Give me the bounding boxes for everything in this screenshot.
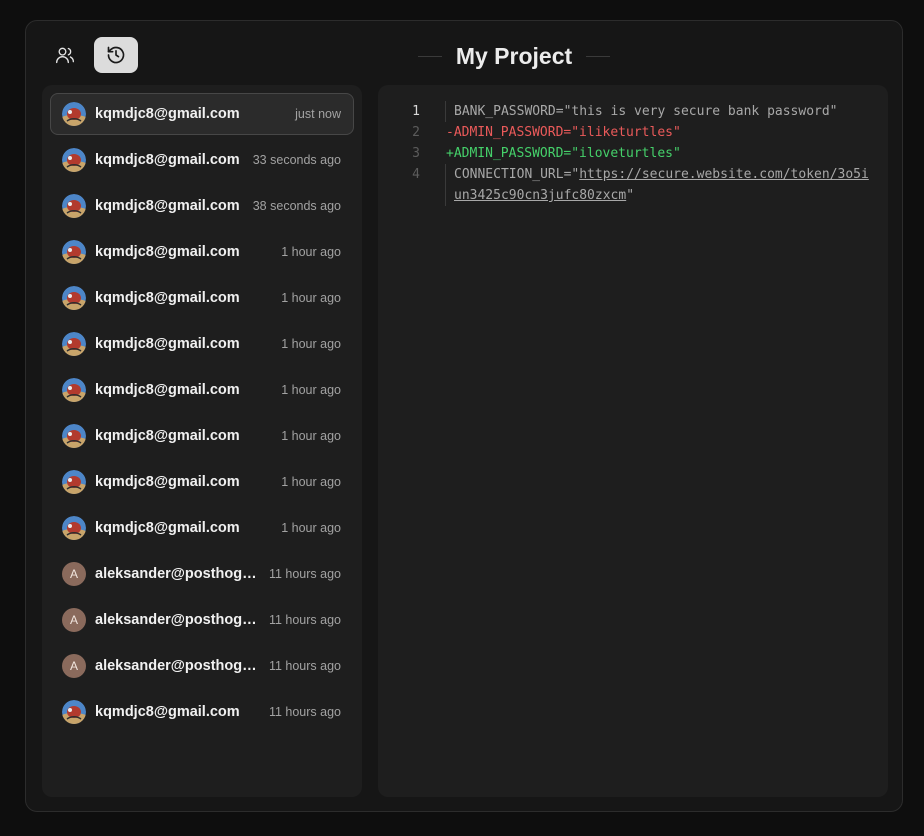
- history-item[interactable]: kqmdjc8@gmail.com 11 hours ago: [50, 691, 354, 733]
- diff-gutter: [420, 143, 446, 164]
- diff-line: 2 -ADMIN_PASSWORD="iliketurtles": [378, 122, 888, 143]
- avatar: [62, 516, 86, 540]
- history-item[interactable]: kqmdjc8@gmail.com 1 hour ago: [50, 415, 354, 457]
- history-item-time: 1 hour ago: [281, 245, 341, 259]
- history-item[interactable]: kqmdjc8@gmail.com 1 hour ago: [50, 277, 354, 319]
- avatar-photo-icon: [62, 470, 86, 494]
- history-item[interactable]: kqmdjc8@gmail.com 33 seconds ago: [50, 139, 354, 181]
- diff-gutter: [420, 122, 446, 143]
- history-item[interactable]: kqmdjc8@gmail.com 1 hour ago: [50, 323, 354, 365]
- history-item[interactable]: kqmdjc8@gmail.com 1 hour ago: [50, 231, 354, 273]
- users-button[interactable]: [43, 37, 87, 73]
- line-number: 1: [412, 104, 420, 119]
- title-divider-right: [586, 55, 611, 57]
- diff-gutter: [420, 101, 446, 122]
- avatar: A: [62, 654, 86, 678]
- avatar-photo-icon: [62, 194, 86, 218]
- history-list: kqmdjc8@gmail.com just now kqmdjc8@gmail.c…: [42, 85, 362, 797]
- history-item-email: kqmdjc8@gmail.com: [95, 106, 240, 122]
- avatar-photo-icon: [62, 148, 86, 172]
- history-item-time: 1 hour ago: [281, 429, 341, 443]
- history-item[interactable]: kqmdjc8@gmail.com 1 hour ago: [50, 461, 354, 503]
- avatar-photo-icon: [62, 332, 86, 356]
- avatar: [62, 332, 86, 356]
- history-item-time: 1 hour ago: [281, 291, 341, 305]
- history-item[interactable]: kqmdjc8@gmail.com 1 hour ago: [50, 369, 354, 411]
- avatar-photo-icon: [62, 378, 86, 402]
- line-number: 2: [412, 125, 420, 140]
- diff-line: 1 BANK_PASSWORD="this is very secure bank…: [378, 101, 888, 122]
- history-icon: [107, 46, 125, 64]
- diff-viewer: 1 BANK_PASSWORD="this is very secure bank…: [378, 85, 888, 797]
- avatar-photo-icon: [62, 516, 86, 540]
- history-item-time: 11 hours ago: [268, 613, 341, 627]
- history-item-email: kqmdjc8@gmail.com: [95, 152, 240, 168]
- history-item-time: 11 hours ago: [268, 659, 341, 673]
- title-divider-left: [417, 55, 442, 57]
- avatar-photo-icon: [62, 102, 86, 126]
- avatar: [62, 194, 86, 218]
- history-item-email: aleksander@posthog.c...: [95, 612, 259, 628]
- avatar: [62, 700, 86, 724]
- history-item-email: kqmdjc8@gmail.com: [95, 198, 240, 214]
- history-item[interactable]: kqmdjc8@gmail.com 1 hour ago: [50, 507, 354, 549]
- history-item[interactable]: kqmdjc8@gmail.com 38 seconds ago: [50, 185, 354, 227]
- history-item[interactable]: Aaleksander@posthog.c... 11 hours ago: [50, 645, 354, 687]
- avatar-photo-icon: [62, 700, 86, 724]
- history-item-time: 11 hours ago: [268, 705, 341, 719]
- history-item-time: just now: [295, 107, 341, 121]
- avatar-photo-icon: [62, 286, 86, 310]
- diff-line-text: BANK_PASSWORD="this is very secure bank …: [454, 104, 838, 119]
- diff-line: 4 CONNECTION_URL="https://secure.website.…: [378, 164, 888, 206]
- avatar: [62, 424, 86, 448]
- page-title-area: My Project: [412, 39, 616, 73]
- avatar-photo-icon: [62, 240, 86, 264]
- diff-line: 3 +ADMIN_PASSWORD="iloveturtles": [378, 143, 888, 164]
- history-item-email: kqmdjc8@gmail.com: [95, 428, 240, 444]
- history-item-email: kqmdjc8@gmail.com: [95, 290, 240, 306]
- avatar: [62, 470, 86, 494]
- code-suffix: ": [626, 188, 635, 203]
- line-number: 3: [412, 146, 420, 161]
- history-item[interactable]: Aaleksander@posthog.c... 11 hours ago: [50, 599, 354, 641]
- diff-gutter: [420, 164, 446, 206]
- avatar: A: [62, 608, 86, 632]
- history-item-email: kqmdjc8@gmail.com: [95, 336, 240, 352]
- history-item-email: aleksander@posthog.c...: [95, 658, 259, 674]
- history-item-email: kqmdjc8@gmail.com: [95, 474, 240, 490]
- history-item[interactable]: kqmdjc8@gmail.com just now: [50, 93, 354, 135]
- history-item-email: aleksander@posthog.c...: [95, 566, 259, 582]
- history-item-time: 1 hour ago: [281, 337, 341, 351]
- avatar: [62, 378, 86, 402]
- history-item-time: 1 hour ago: [281, 521, 341, 535]
- history-item-time: 1 hour ago: [281, 475, 341, 489]
- history-item-time: 1 hour ago: [281, 383, 341, 397]
- history-item-time: 11 hours ago: [268, 567, 341, 581]
- avatar: [62, 148, 86, 172]
- history-item-email: kqmdjc8@gmail.com: [95, 244, 240, 260]
- users-icon: [56, 47, 75, 64]
- avatar: [62, 240, 86, 264]
- diff-line-text: -ADMIN_PASSWORD="iliketurtles": [446, 125, 681, 140]
- line-number: 4: [412, 167, 420, 182]
- history-item-email: kqmdjc8@gmail.com: [95, 382, 240, 398]
- history-button[interactable]: [94, 37, 138, 73]
- app-window: My Project kqmdjc8@gmail.com just now kqmd…: [25, 20, 903, 812]
- history-item-time: 33 seconds ago: [252, 153, 341, 167]
- page-title: My Project: [455, 42, 573, 69]
- history-item[interactable]: Aaleksander@posthog.c... 11 hours ago: [50, 553, 354, 595]
- code-prefix: CONNECTION_URL=": [454, 167, 580, 182]
- history-item-email: kqmdjc8@gmail.com: [95, 704, 240, 720]
- diff-line-text: CONNECTION_URL="https://secure.website.c…: [446, 164, 888, 206]
- history-item-email: kqmdjc8@gmail.com: [95, 520, 240, 536]
- avatar-photo-icon: [62, 424, 86, 448]
- avatar: [62, 286, 86, 310]
- history-item-time: 38 seconds ago: [252, 199, 341, 213]
- avatar: [62, 102, 86, 126]
- avatar: A: [62, 562, 86, 586]
- diff-line-text: +ADMIN_PASSWORD="iloveturtles": [446, 146, 681, 161]
